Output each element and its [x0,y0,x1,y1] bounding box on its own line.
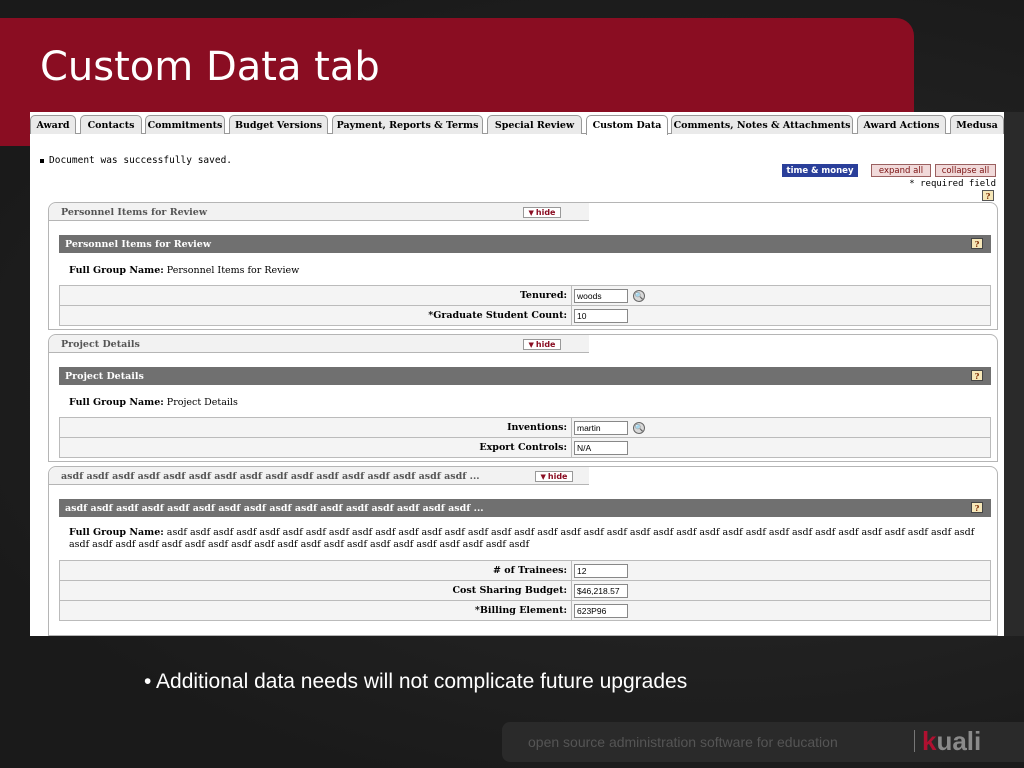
field-row-export-controls: Export Controls: [59,438,991,458]
triangle-down-icon: ▼ [528,208,534,217]
tenured-input[interactable] [574,288,628,303]
hide-button[interactable]: ▼ hide [523,207,561,218]
tab-comments-notes-attachments[interactable]: Comments, Notes & Attachments [671,115,853,134]
hide-label: hide [547,472,568,481]
section-header-personnel: Personnel Items for Review ? [59,235,991,253]
tab-medusa[interactable]: Medusa [950,115,1004,134]
right-edge-shadow [1004,112,1024,636]
section-header-asdf: asdf asdf asdf asdf asdf asdf asdf asdf … [59,499,991,517]
tab-bar: Award Contacts Commitments Budget Versio… [30,114,1004,135]
full-group-name: Full Group Name: asdf asdf asdf asdf asd… [69,527,979,551]
tab-payment-reports-terms[interactable]: Payment, Reports & Terms [332,115,483,134]
required-field-note: * required field [909,179,996,189]
expand-all-button[interactable]: expand all [871,164,931,177]
field-row-tenured: Tenured: 🔍 [59,286,991,306]
save-message: Document was successfully saved. [40,155,232,166]
field-label: Export Controls: [60,438,572,457]
export-controls-input[interactable] [574,440,628,455]
panel-personnel: Personnel Items for Review ▼ hide Personn… [48,202,998,330]
field-label: *Billing Element: [60,601,572,620]
logo-divider [914,730,915,752]
section-title: Personnel Items for Review [65,239,212,250]
tab-custom-data[interactable]: Custom Data [586,115,668,135]
app-screenshot: Award Contacts Commitments Budget Versio… [30,112,1004,636]
time-money-button[interactable]: time & money [782,164,858,177]
fields-personnel: Tenured: 🔍 *Graduate Student Count: [59,285,991,326]
panel-tab-label: Personnel Items for Review [61,207,208,218]
section-header-project-details: Project Details ? [59,367,991,385]
field-label: Inventions: [60,418,572,437]
field-label: Tenured: [60,286,572,305]
full-group-name-label: Full Group Name: [69,265,164,276]
panel-tab-project-details: Project Details ▼ hide [49,335,589,353]
full-group-name-value: asdf asdf asdf asdf asdf asdf asdf asdf … [69,527,975,550]
panel-asdf: asdf asdf asdf asdf asdf asdf asdf asdf … [48,466,998,636]
panel-tab-asdf: asdf asdf asdf asdf asdf asdf asdf asdf … [49,467,589,485]
full-group-name: Full Group Name: Personnel Items for Rev… [69,265,979,277]
save-message-text: Document was successfully saved. [49,155,233,166]
help-icon[interactable]: ? [982,190,994,201]
billing-element-input[interactable] [574,603,628,618]
help-icon[interactable]: ? [971,370,983,381]
full-group-name-label: Full Group Name: [69,527,164,538]
field-row-cost-sharing-budget: Cost Sharing Budget: [59,581,991,601]
panel-project-details: Project Details ▼ hide Project Details ? … [48,334,998,462]
slide-title: Custom Data tab [40,44,380,90]
field-row-billing-element: *Billing Element: [59,601,991,621]
logo-rest: uali [936,726,982,756]
fields-project-details: Inventions: 🔍 Export Controls: [59,417,991,458]
full-group-name-value: Personnel Items for Review [166,265,300,276]
triangle-down-icon: ▼ [540,472,546,481]
field-label: *Graduate Student Count: [60,306,572,325]
slide-bullet: • Additional data needs will not complic… [144,670,688,693]
tab-contacts[interactable]: Contacts [80,115,142,134]
field-row-trainees: # of Trainees: [59,561,991,581]
full-group-name-label: Full Group Name: [69,397,164,408]
graduate-student-count-input[interactable] [574,308,628,323]
hide-button[interactable]: ▼ hide [523,339,561,350]
help-icon[interactable]: ? [971,502,983,513]
tab-award-actions[interactable]: Award Actions [857,115,946,134]
footer-text: open source administration software for … [528,734,838,750]
panel-tab-personnel: Personnel Items for Review ▼ hide [49,203,589,221]
hide-label: hide [535,340,556,349]
section-title: asdf asdf asdf asdf asdf asdf asdf asdf … [65,503,484,514]
tab-commitments[interactable]: Commitments [145,115,225,134]
bullet-icon [40,158,44,163]
panel-tab-label: asdf asdf asdf asdf asdf asdf asdf asdf … [61,471,480,482]
section-title: Project Details [65,371,144,382]
full-group-name: Full Group Name: Project Details [69,397,979,409]
trainees-input[interactable] [574,563,628,578]
triangle-down-icon: ▼ [528,340,534,349]
help-icon[interactable]: ? [971,238,983,249]
lookup-icon[interactable]: 🔍 [633,421,645,434]
full-group-name-value: Project Details [166,397,238,408]
field-row-graduate-student-count: *Graduate Student Count: [59,306,991,326]
cost-sharing-budget-input[interactable] [574,583,628,598]
tab-award[interactable]: Award [30,115,76,134]
field-row-inventions: Inventions: 🔍 [59,418,991,438]
lookup-icon[interactable]: 🔍 [633,289,645,302]
field-label: # of Trainees: [60,561,572,580]
fields-asdf: # of Trainees: Cost Sharing Budget: *Bil… [59,560,991,621]
kuali-logo: kuali [922,726,981,756]
tab-special-review[interactable]: Special Review [487,115,582,134]
inventions-input[interactable] [574,420,628,435]
collapse-all-button[interactable]: collapse all [935,164,996,177]
panel-tab-label: Project Details [61,339,140,350]
hide-button[interactable]: ▼ hide [535,471,573,482]
tab-budget-versions[interactable]: Budget Versions [229,115,328,134]
field-label: Cost Sharing Budget: [60,581,572,600]
logo-k: k [922,726,937,756]
hide-label: hide [535,208,556,217]
